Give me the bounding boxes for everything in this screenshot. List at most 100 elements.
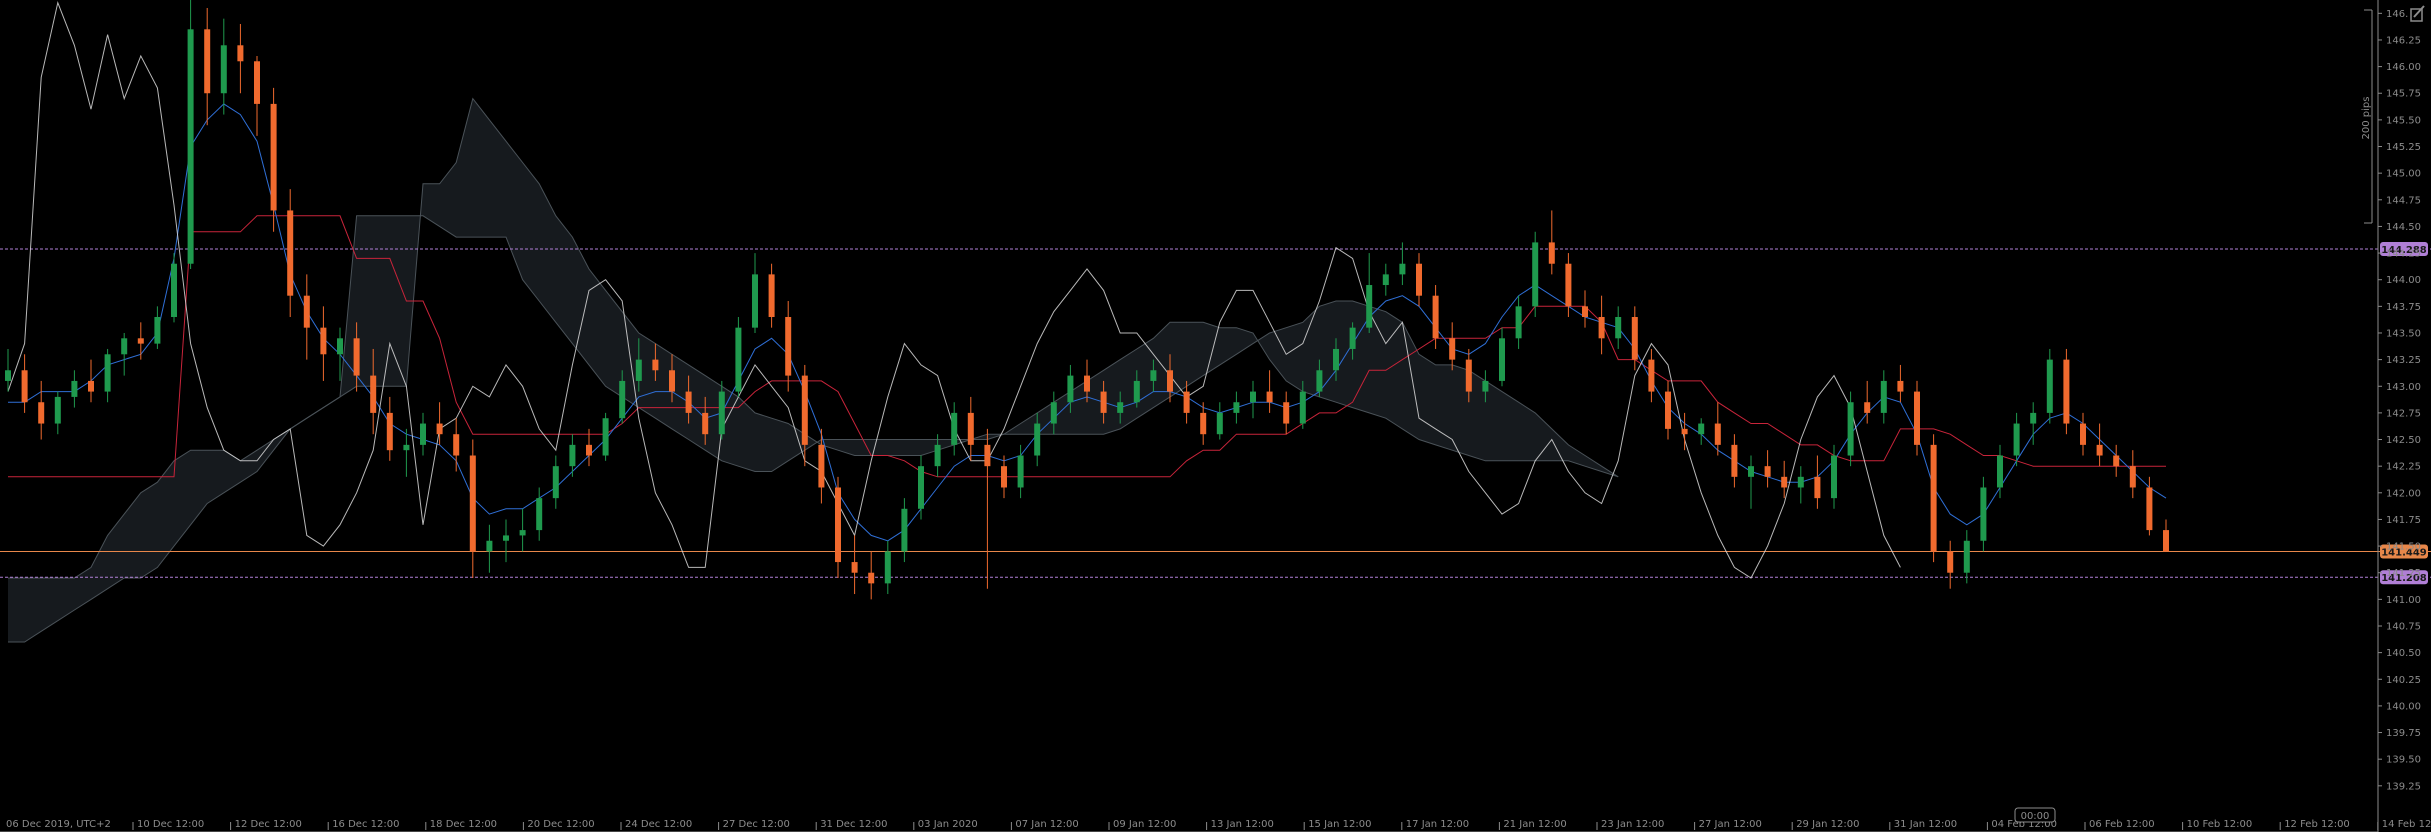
candle-body[interactable] bbox=[835, 487, 841, 563]
candle-body[interactable] bbox=[1847, 402, 1854, 456]
candle-body[interactable] bbox=[54, 396, 61, 424]
candle-body[interactable] bbox=[270, 103, 277, 211]
candle-body[interactable] bbox=[1548, 242, 1555, 264]
candle-body[interactable] bbox=[2163, 530, 2169, 552]
candle-body[interactable] bbox=[38, 402, 45, 424]
candle-body[interactable] bbox=[1598, 316, 1605, 339]
candle-body[interactable] bbox=[420, 423, 426, 445]
candle-body[interactable] bbox=[2113, 455, 2120, 467]
candle-body[interactable] bbox=[1034, 423, 1041, 456]
candle-body[interactable] bbox=[602, 418, 609, 456]
candle-body[interactable] bbox=[1582, 306, 1588, 317]
candle-body[interactable] bbox=[718, 391, 725, 435]
candle-body[interactable] bbox=[287, 210, 294, 296]
candle-body[interactable] bbox=[1167, 370, 1173, 392]
candle-body[interactable] bbox=[370, 375, 377, 413]
candle-body[interactable] bbox=[552, 466, 559, 499]
candle-body[interactable] bbox=[1565, 263, 1572, 307]
candle-body[interactable] bbox=[1100, 391, 1107, 413]
candle-body[interactable] bbox=[1399, 263, 1406, 275]
candle-body[interactable] bbox=[1316, 370, 1323, 392]
candle-body[interactable] bbox=[569, 444, 576, 467]
candle-body[interactable] bbox=[1183, 391, 1190, 413]
candle-body[interactable] bbox=[1814, 476, 1821, 499]
candle-body[interactable] bbox=[353, 338, 360, 376]
candle-body[interactable] bbox=[187, 29, 194, 264]
candle-body[interactable] bbox=[1349, 327, 1356, 349]
candle-body[interactable] bbox=[702, 412, 709, 435]
candle-body[interactable] bbox=[1515, 306, 1522, 339]
candle-body[interactable] bbox=[486, 540, 493, 552]
candle-body[interactable] bbox=[669, 370, 675, 392]
candle-body[interactable] bbox=[984, 444, 991, 467]
candle-body[interactable] bbox=[851, 562, 858, 573]
candle-body[interactable] bbox=[1266, 391, 1273, 403]
candle-body[interactable] bbox=[586, 444, 592, 456]
candle-body[interactable] bbox=[619, 380, 626, 419]
candle-body[interactable] bbox=[1133, 380, 1140, 403]
candle-body[interactable] bbox=[1482, 380, 1489, 392]
candle-body[interactable] bbox=[104, 354, 111, 392]
candle-body[interactable] bbox=[1382, 274, 1389, 286]
candle-body[interactable] bbox=[967, 412, 974, 445]
candle-body[interactable] bbox=[1963, 540, 1970, 573]
candle-body[interactable] bbox=[1764, 466, 1771, 477]
candle-body[interactable] bbox=[1897, 380, 1904, 392]
candle-body[interactable] bbox=[254, 61, 260, 104]
candle-body[interactable] bbox=[2030, 412, 2037, 424]
candle-body[interactable] bbox=[1914, 391, 1920, 445]
candle-body[interactable] bbox=[1681, 428, 1688, 435]
candle-body[interactable] bbox=[1648, 359, 1655, 392]
candle-body[interactable] bbox=[469, 455, 476, 552]
candle-body[interactable] bbox=[204, 29, 211, 94]
candle-body[interactable] bbox=[635, 359, 642, 381]
candle-body[interactable] bbox=[1216, 412, 1223, 435]
candle-body[interactable] bbox=[1781, 476, 1788, 488]
candle-body[interactable] bbox=[2080, 423, 2086, 445]
candle-body[interactable] bbox=[154, 316, 161, 344]
candle-body[interactable] bbox=[1366, 285, 1373, 328]
candle-body[interactable] bbox=[403, 444, 410, 451]
candle-body[interactable] bbox=[1930, 444, 1937, 552]
candle-body[interactable] bbox=[171, 263, 177, 317]
candle-body[interactable] bbox=[220, 45, 227, 94]
candle-body[interactable] bbox=[2013, 423, 2020, 456]
candle-body[interactable] bbox=[2146, 487, 2153, 531]
candle-body[interactable] bbox=[1532, 242, 1539, 307]
candle-body[interactable] bbox=[88, 380, 94, 392]
candle-body[interactable] bbox=[536, 498, 543, 531]
candle-body[interactable] bbox=[868, 572, 875, 584]
candle-body[interactable] bbox=[1831, 455, 1837, 499]
candle-body[interactable] bbox=[785, 316, 792, 376]
candle-body[interactable] bbox=[1084, 375, 1090, 392]
candle-body[interactable] bbox=[1283, 402, 1290, 424]
candle-body[interactable] bbox=[1299, 391, 1306, 424]
candle-body[interactable] bbox=[1698, 423, 1705, 435]
candle-body[interactable] bbox=[519, 530, 526, 536]
candle-body[interactable] bbox=[1050, 402, 1057, 424]
candle-body[interactable] bbox=[21, 370, 28, 403]
candle-body[interactable] bbox=[884, 551, 891, 584]
candle-body[interactable] bbox=[818, 444, 825, 488]
candle-body[interactable] bbox=[735, 327, 742, 392]
candle-body[interactable] bbox=[1997, 455, 2003, 488]
candle-body[interactable] bbox=[1797, 476, 1804, 488]
candle-body[interactable] bbox=[2046, 359, 2053, 413]
candle-body[interactable] bbox=[901, 508, 908, 552]
candle-body[interactable] bbox=[1333, 348, 1339, 371]
candle-body[interactable] bbox=[71, 380, 78, 397]
candle-body[interactable] bbox=[2096, 444, 2103, 456]
candle-body[interactable] bbox=[1880, 380, 1887, 413]
candle-body[interactable] bbox=[1499, 338, 1505, 381]
candle-body[interactable] bbox=[685, 391, 692, 413]
candle-body[interactable] bbox=[453, 434, 460, 456]
candle-body[interactable] bbox=[1233, 402, 1240, 413]
candle-body[interactable] bbox=[503, 535, 509, 541]
candle-body[interactable] bbox=[1017, 455, 1024, 488]
candle-body[interactable] bbox=[951, 412, 958, 445]
candle-body[interactable] bbox=[1615, 316, 1622, 339]
candle-body[interactable] bbox=[652, 359, 659, 371]
candle-body[interactable] bbox=[2063, 359, 2070, 424]
candle-body[interactable] bbox=[121, 338, 128, 355]
candle-body[interactable] bbox=[1465, 359, 1472, 392]
